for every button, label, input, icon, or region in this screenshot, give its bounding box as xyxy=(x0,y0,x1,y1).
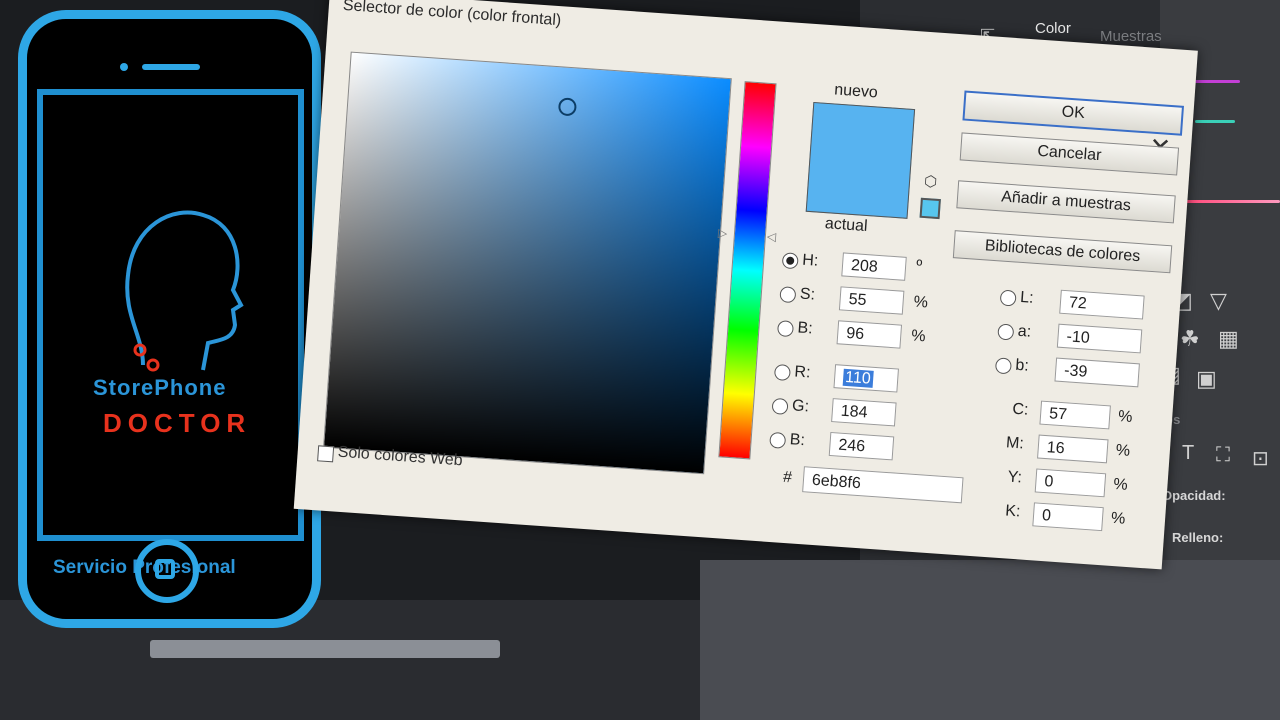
hue-radio[interactable] xyxy=(781,252,799,270)
transform-icon[interactable]: ⛶ xyxy=(1216,444,1230,467)
yellow-field[interactable]: 0 xyxy=(1034,468,1107,498)
saturation-radio[interactable] xyxy=(779,286,797,304)
hex-hash-label: # xyxy=(782,468,793,487)
blue-radio[interactable] xyxy=(769,431,787,449)
brightness-label: B: xyxy=(796,319,814,338)
black-label: K: xyxy=(1004,502,1021,521)
phone-home-button xyxy=(135,539,199,603)
phone-screen: StorePhone DOCTOR Servicio Profesional xyxy=(37,89,304,578)
hue-field[interactable]: 208 xyxy=(841,252,907,281)
magenta-field[interactable]: 16 xyxy=(1037,434,1109,464)
ok-button[interactable]: OK xyxy=(962,90,1184,136)
lock-icon[interactable]: ⊡ xyxy=(1252,446,1269,471)
brightness-field[interactable]: 96 xyxy=(836,320,903,349)
cyan-label: C: xyxy=(1011,400,1029,419)
green-field[interactable]: 184 xyxy=(831,398,897,427)
cyan-unit: % xyxy=(1117,408,1133,426)
red-value-selected: 110 xyxy=(842,368,874,388)
color-picker-dialog: Selector de color (color frontal) ✕ ▷ ◁ … xyxy=(293,0,1198,570)
color-ramp[interactable] xyxy=(1185,200,1280,203)
lab-l-radio[interactable] xyxy=(999,289,1017,307)
lab-a-radio[interactable] xyxy=(997,323,1015,341)
opacity-label: Opacidad: xyxy=(1162,488,1226,503)
canvas-gray-area xyxy=(700,560,1280,720)
hue-label: H: xyxy=(801,251,819,270)
hex-field[interactable]: 6eb8f6 xyxy=(802,466,964,504)
tab-color[interactable]: Color xyxy=(1035,20,1071,37)
tab-swatches[interactable]: Muestras xyxy=(1100,28,1162,45)
green-radio[interactable] xyxy=(771,397,789,415)
mask-icon[interactable]: ▣ xyxy=(1196,366,1217,392)
saturation-field[interactable]: 55 xyxy=(838,286,905,315)
brightness-radio[interactable] xyxy=(776,320,795,338)
red-field[interactable]: 110 xyxy=(833,364,899,393)
red-radio[interactable] xyxy=(773,363,791,382)
web-colors-only-checkbox[interactable] xyxy=(317,445,335,463)
green-label: G: xyxy=(791,397,810,416)
grid-icon[interactable]: ▦ xyxy=(1218,326,1239,352)
layers-style-icon[interactable]: ☘ xyxy=(1180,326,1200,352)
hue-slider-left-arrow-icon[interactable]: ▷ xyxy=(718,226,728,241)
color-slider-line xyxy=(1195,120,1235,123)
home-button-square xyxy=(155,559,175,579)
yellow-label: Y: xyxy=(1007,468,1023,487)
phone-camera xyxy=(120,63,128,71)
red-label: R: xyxy=(793,363,812,382)
current-color-label: actual xyxy=(824,215,869,236)
cyan-field[interactable]: 57 xyxy=(1039,400,1111,430)
lab-b-radio[interactable] xyxy=(994,357,1012,375)
blue-label: B: xyxy=(789,431,806,450)
saturation-unit: % xyxy=(913,293,929,312)
brand-name: StorePhone xyxy=(93,375,227,400)
hue-slider-right-arrow-icon[interactable]: ◁ xyxy=(766,229,776,244)
phone-speaker xyxy=(142,64,200,70)
add-to-swatches-button[interactable]: Añadir a muestras xyxy=(956,180,1176,224)
lab-b-label: b: xyxy=(1014,356,1030,375)
brightness-unit: % xyxy=(910,327,927,346)
lab-a-label: a: xyxy=(1017,322,1032,341)
lab-b-field[interactable]: -39 xyxy=(1054,357,1140,388)
head-silhouette-icon xyxy=(125,210,244,372)
phone-artwork: StorePhone DOCTOR Servicio Profesional xyxy=(18,10,321,628)
triangle-down-icon[interactable]: ▽ xyxy=(1210,288,1227,314)
lab-a-field[interactable]: -10 xyxy=(1056,323,1143,354)
brand-subtitle: DOCTOR xyxy=(103,408,252,438)
blue-field[interactable]: 246 xyxy=(828,431,895,461)
new-color-label: nuevo xyxy=(833,81,879,102)
saturation-label: S: xyxy=(799,285,816,304)
magenta-label: M: xyxy=(1005,434,1025,453)
cancel-button[interactable]: Cancelar xyxy=(959,132,1180,176)
color-picker-cursor[interactable] xyxy=(557,97,578,117)
canvas-scrollbar-thumb[interactable] xyxy=(150,640,500,658)
text-icon[interactable]: T xyxy=(1182,442,1194,465)
fill-label: Relleno: xyxy=(1172,530,1224,545)
yellow-unit: % xyxy=(1112,475,1129,494)
web-safe-color-icon[interactable] xyxy=(919,197,941,220)
color-slider-line xyxy=(1190,80,1240,83)
out-of-gamut-cube-icon[interactable]: ⬡ xyxy=(924,172,938,191)
black-unit: % xyxy=(1110,509,1126,528)
black-field[interactable]: 0 xyxy=(1032,502,1104,532)
color-libraries-button[interactable]: Bibliotecas de colores xyxy=(952,230,1173,274)
magenta-unit: % xyxy=(1115,441,1131,460)
lab-l-label: L: xyxy=(1019,288,1035,307)
lab-l-field[interactable]: 72 xyxy=(1059,289,1145,320)
color-swatch-preview xyxy=(805,101,916,219)
dialog-title: Selector de color (color frontal) xyxy=(342,0,562,30)
saturation-brightness-field[interactable] xyxy=(323,51,732,475)
hue-unit: º xyxy=(915,257,923,275)
